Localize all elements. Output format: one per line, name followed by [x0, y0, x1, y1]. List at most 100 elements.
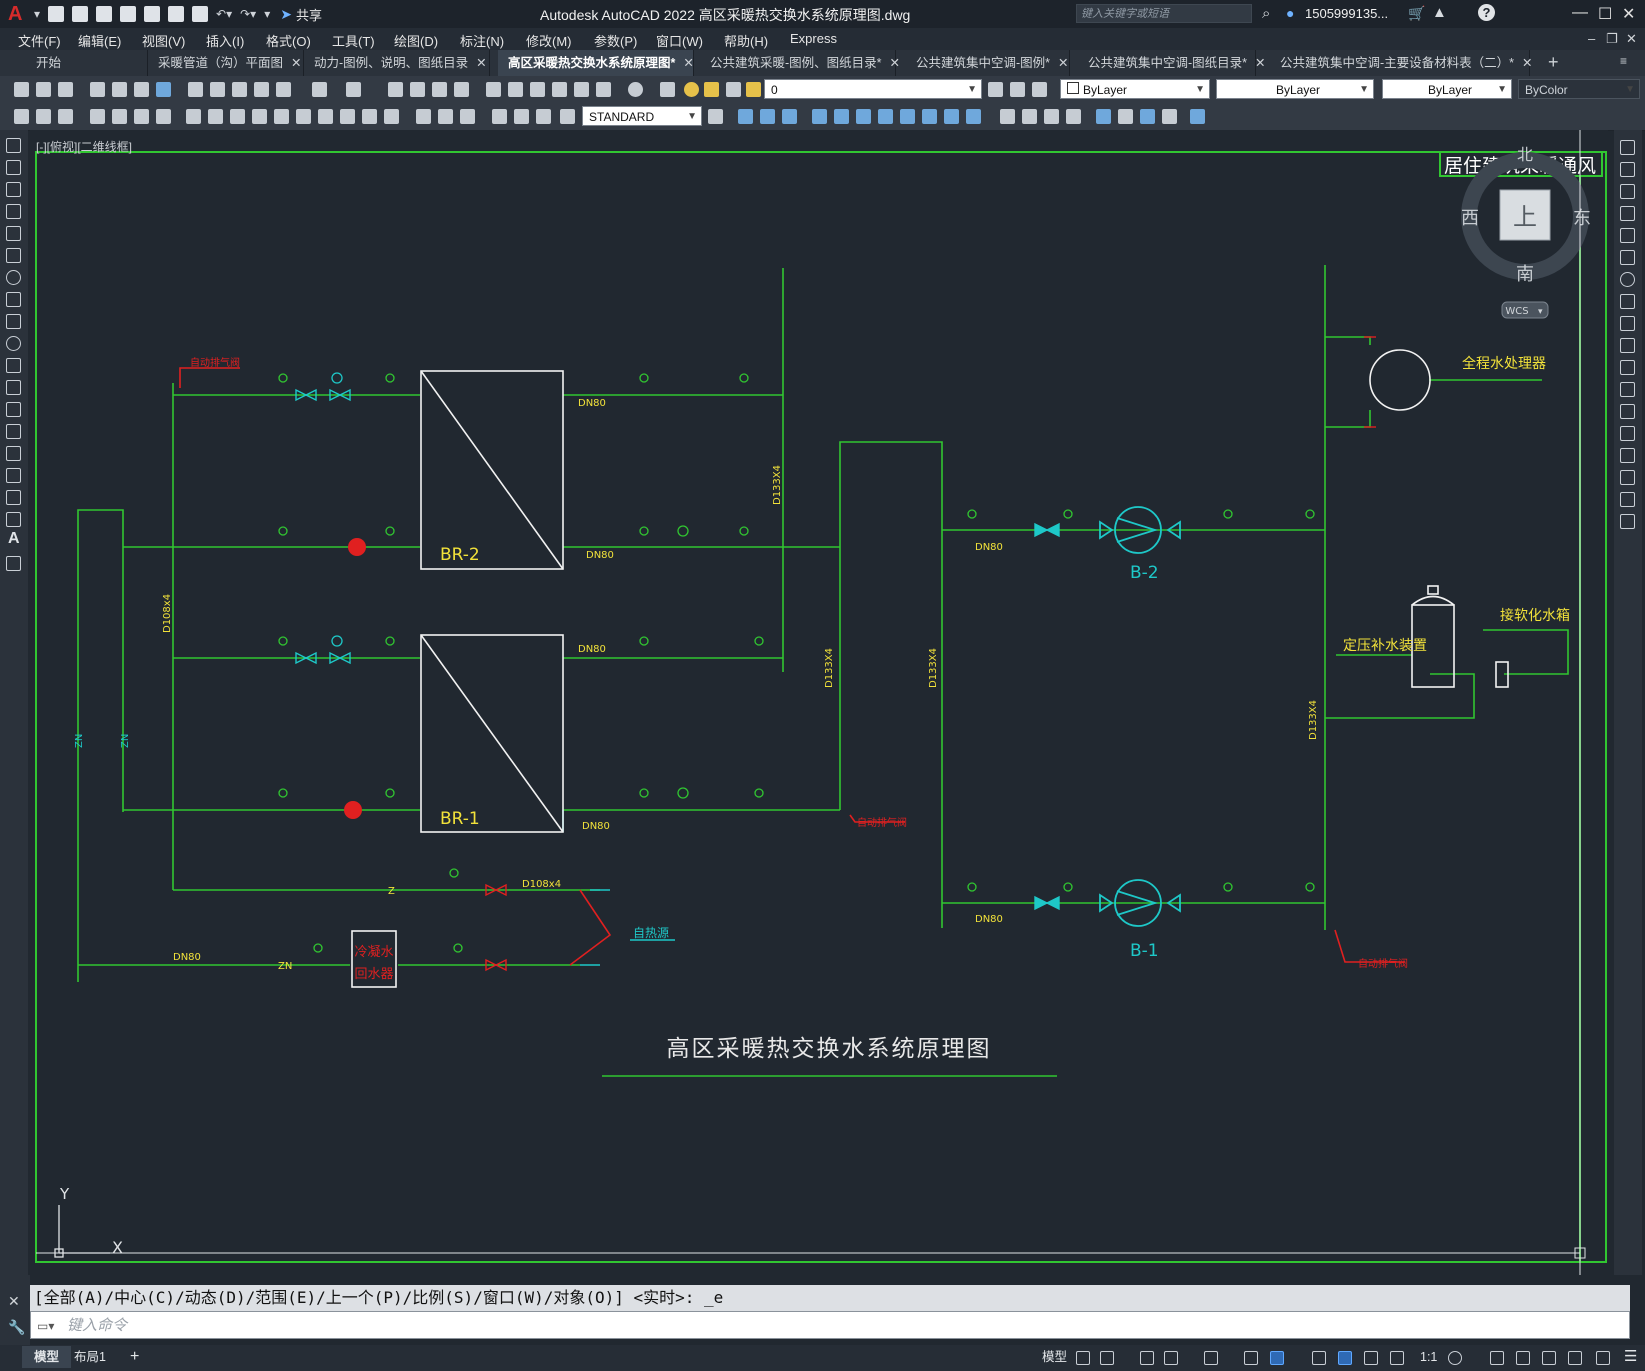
app-menu-arrow-icon[interactable]: ▾	[34, 7, 40, 21]
make-current-layer-icon[interactable]	[988, 82, 1003, 97]
zoom-previous-icon[interactable]	[454, 82, 469, 97]
annotation-visibility-icon[interactable]	[1338, 1351, 1352, 1365]
tab-layout1[interactable]: 布局1	[62, 1346, 118, 1368]
dim-break-icon[interactable]	[296, 109, 311, 124]
hardware-acceleration-icon[interactable]	[1568, 1351, 1582, 1365]
ucs-face-icon[interactable]	[878, 109, 893, 124]
table-icon[interactable]	[6, 512, 21, 527]
layer-dropdown[interactable]: 0 ▼	[764, 79, 982, 99]
menu-view[interactable]: 视图(V)	[142, 31, 185, 50]
publish-icon[interactable]	[134, 82, 149, 97]
chevron-down-icon[interactable]: ▾	[1538, 307, 1543, 317]
spline-icon[interactable]	[6, 314, 21, 329]
polygon-icon[interactable]	[6, 204, 21, 219]
user-account-button[interactable]: 1505999135...	[1305, 6, 1388, 21]
jogged-linear-icon[interactable]	[384, 109, 399, 124]
heat-exchanger-br2[interactable]	[420, 370, 564, 570]
tab-central-ac-legend[interactable]: 公共建筑集中空调-图例* ✕	[906, 50, 1070, 76]
viewcube-top-face[interactable]: 上	[1513, 203, 1537, 231]
ucs-origin-icon[interactable]	[944, 109, 959, 124]
command-line-handle[interactable]: ✕ 🔧	[0, 1275, 30, 1345]
dim-reassociate-icon[interactable]	[560, 109, 575, 124]
dim-update-icon[interactable]	[460, 109, 475, 124]
blend-curves-icon[interactable]	[1620, 492, 1635, 507]
dim-style-icon[interactable]	[492, 109, 507, 124]
ucs-object-icon[interactable]	[900, 109, 915, 124]
aligned-dimension-icon[interactable]	[36, 109, 51, 124]
cut-icon[interactable]	[188, 82, 203, 97]
share-icon[interactable]: ➤	[280, 6, 292, 23]
autodesk-app-icon[interactable]: ▲	[1432, 4, 1447, 21]
shaded-icon[interactable]	[1022, 109, 1037, 124]
linetype-dropdown[interactable]: ByLayer ▼	[1216, 79, 1374, 99]
arc-icon[interactable]	[6, 248, 21, 263]
drawing-canvas[interactable]: 居住建筑采暖通风 上 北 南 西 东 WCS ▾ BR-2 BR-1 B-2 B…	[30, 130, 1608, 1275]
menu-edit[interactable]: 编辑(E)	[78, 31, 121, 50]
close-tab-icon[interactable]: ✕	[476, 56, 486, 70]
multiline-text-icon[interactable]: A	[8, 530, 20, 548]
units-icon[interactable]	[1516, 1351, 1530, 1365]
customization-menu-icon[interactable]: ☰	[1612, 1346, 1645, 1368]
viewport-scale-icon[interactable]	[1140, 109, 1155, 124]
open-icon[interactable]	[36, 82, 51, 97]
search-input[interactable]: 键入关键字或短语	[1076, 4, 1252, 23]
visual-style-icon[interactable]	[1000, 109, 1015, 124]
water-treater[interactable]	[1369, 349, 1431, 411]
isodraft-icon[interactable]	[1204, 1351, 1218, 1365]
save-icon[interactable]	[96, 6, 113, 22]
viewcube-east[interactable]: 东	[1573, 208, 1591, 229]
menu-parametric[interactable]: 参数(P)	[594, 31, 637, 50]
auto-scale-icon[interactable]	[1364, 1351, 1378, 1365]
doc-restore-button[interactable]: ❐	[1606, 31, 1618, 47]
publish-icon[interactable]	[144, 6, 161, 22]
ellipse-arc-icon[interactable]	[6, 358, 21, 373]
dim-style-manager-icon[interactable]	[708, 109, 723, 124]
print-icon[interactable]	[192, 6, 209, 22]
break-icon[interactable]	[1620, 404, 1635, 419]
undo-icon[interactable]: ↶▾	[216, 7, 232, 21]
pressure-device[interactable]	[1411, 585, 1509, 688]
layer-vp-freeze-icon[interactable]	[726, 82, 741, 97]
trim-icon[interactable]	[1620, 338, 1635, 353]
angular-icon[interactable]	[186, 109, 201, 124]
command-prompt-icon[interactable]: ▭▾	[37, 1312, 54, 1340]
baseline-icon[interactable]	[230, 109, 245, 124]
doc-close-button[interactable]: ✕	[1626, 31, 1637, 47]
doc-minimize-button[interactable]: –	[1588, 31, 1595, 46]
insert-block-icon[interactable]	[6, 380, 21, 395]
tab-heating-pipe-plan[interactable]: 采暖管道（沟）平面图 ✕	[148, 50, 304, 76]
object-snap-icon[interactable]	[1270, 1351, 1284, 1365]
view-left-icon[interactable]	[782, 109, 797, 124]
quick-dim-icon[interactable]	[208, 109, 223, 124]
viewport-controls-label[interactable]: [-][俯视][二维线框]	[36, 138, 132, 155]
array-icon[interactable]	[1620, 228, 1635, 243]
layer-states-icon[interactable]	[1032, 82, 1047, 97]
close-tab-icon[interactable]: ✕	[890, 56, 900, 70]
erase-icon[interactable]	[1620, 140, 1635, 155]
tab-power-legend[interactable]: 动力-图例、说明、图纸目录 ✕	[304, 50, 490, 76]
command-input[interactable]: ▭▾ 键入命令	[30, 1311, 1630, 1339]
center-mark-icon[interactable]	[340, 109, 355, 124]
tab-central-ac-index[interactable]: 公共建筑集中空调-图纸目录* ✕	[1078, 50, 1266, 76]
ucs-world-icon[interactable]	[834, 109, 849, 124]
break-at-point-icon[interactable]	[1620, 382, 1635, 397]
menu-dimension[interactable]: 标注(N)	[460, 31, 504, 50]
polyline-icon[interactable]	[6, 182, 21, 197]
dim-override-icon[interactable]	[536, 109, 551, 124]
quick-properties-icon[interactable]	[1542, 1351, 1556, 1365]
tab-list-icon[interactable]: ≡	[1620, 54, 1627, 68]
menu-help[interactable]: 帮助(H)	[724, 31, 768, 50]
viewcube-south[interactable]: 南	[1516, 264, 1534, 285]
redo-icon[interactable]: ↷▾	[240, 7, 256, 21]
stretch-icon[interactable]	[1620, 316, 1635, 331]
ortho-icon[interactable]	[1140, 1351, 1154, 1365]
menu-express[interactable]: Express	[790, 31, 837, 46]
menu-tools[interactable]: 工具(T)	[332, 31, 375, 50]
viewport-polygon-icon[interactable]	[1162, 109, 1177, 124]
menu-modify[interactable]: 修改(M)	[526, 31, 572, 50]
plot-icon[interactable]	[90, 82, 105, 97]
polar-icon[interactable]	[1164, 1351, 1178, 1365]
block-editor-icon[interactable]	[276, 82, 291, 97]
tab-public-heating-legend[interactable]: 公共建筑采暖-图例、图纸目录* ✕	[700, 50, 900, 76]
layer-freeze-icon[interactable]	[704, 82, 719, 97]
